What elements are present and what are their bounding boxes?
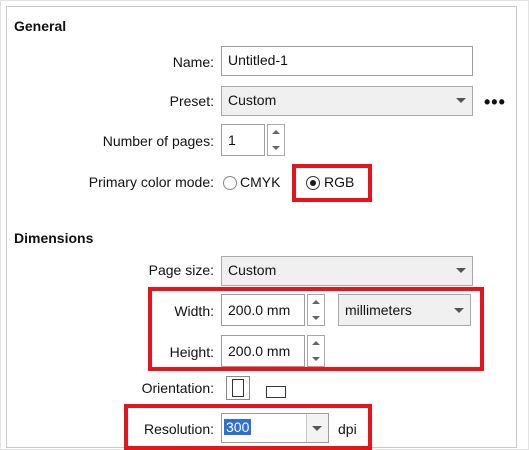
orientation-label: Orientation:	[141, 380, 214, 396]
spin-down-icon[interactable]	[272, 146, 280, 150]
spin-up-icon[interactable]	[272, 130, 280, 134]
resolution-highlight-box	[124, 404, 372, 450]
chevron-down-icon	[456, 98, 466, 103]
general-section-title: General	[14, 18, 67, 34]
dimensions-highlight-box	[148, 287, 484, 371]
name-input[interactable]: Untitled-1	[221, 46, 473, 76]
page-size-label: Page size:	[148, 262, 214, 278]
preset-label: Preset:	[169, 93, 214, 109]
cmyk-label: CMYK	[240, 174, 281, 190]
cmyk-radio[interactable]	[223, 176, 237, 190]
rgb-highlight-box	[292, 164, 372, 202]
pages-input[interactable]: 1	[221, 124, 265, 156]
page-size-value: Custom	[228, 262, 277, 278]
portrait-orientation-button[interactable]	[226, 376, 250, 400]
page-size-dropdown[interactable]: Custom	[221, 256, 473, 286]
color-mode-label: Primary color mode:	[88, 174, 214, 190]
dimensions-section-title: Dimensions	[14, 230, 94, 246]
landscape-orientation-icon[interactable]	[266, 386, 286, 398]
preset-value: Custom	[228, 92, 277, 108]
pages-label: Number of pages:	[102, 133, 214, 149]
preset-dropdown[interactable]: Custom	[221, 86, 473, 116]
name-label: Name:	[172, 54, 214, 70]
more-options-icon[interactable]: •••	[484, 93, 506, 111]
portrait-orientation-icon	[232, 379, 244, 397]
pages-stepper[interactable]	[267, 124, 285, 156]
chevron-down-icon	[456, 268, 466, 273]
